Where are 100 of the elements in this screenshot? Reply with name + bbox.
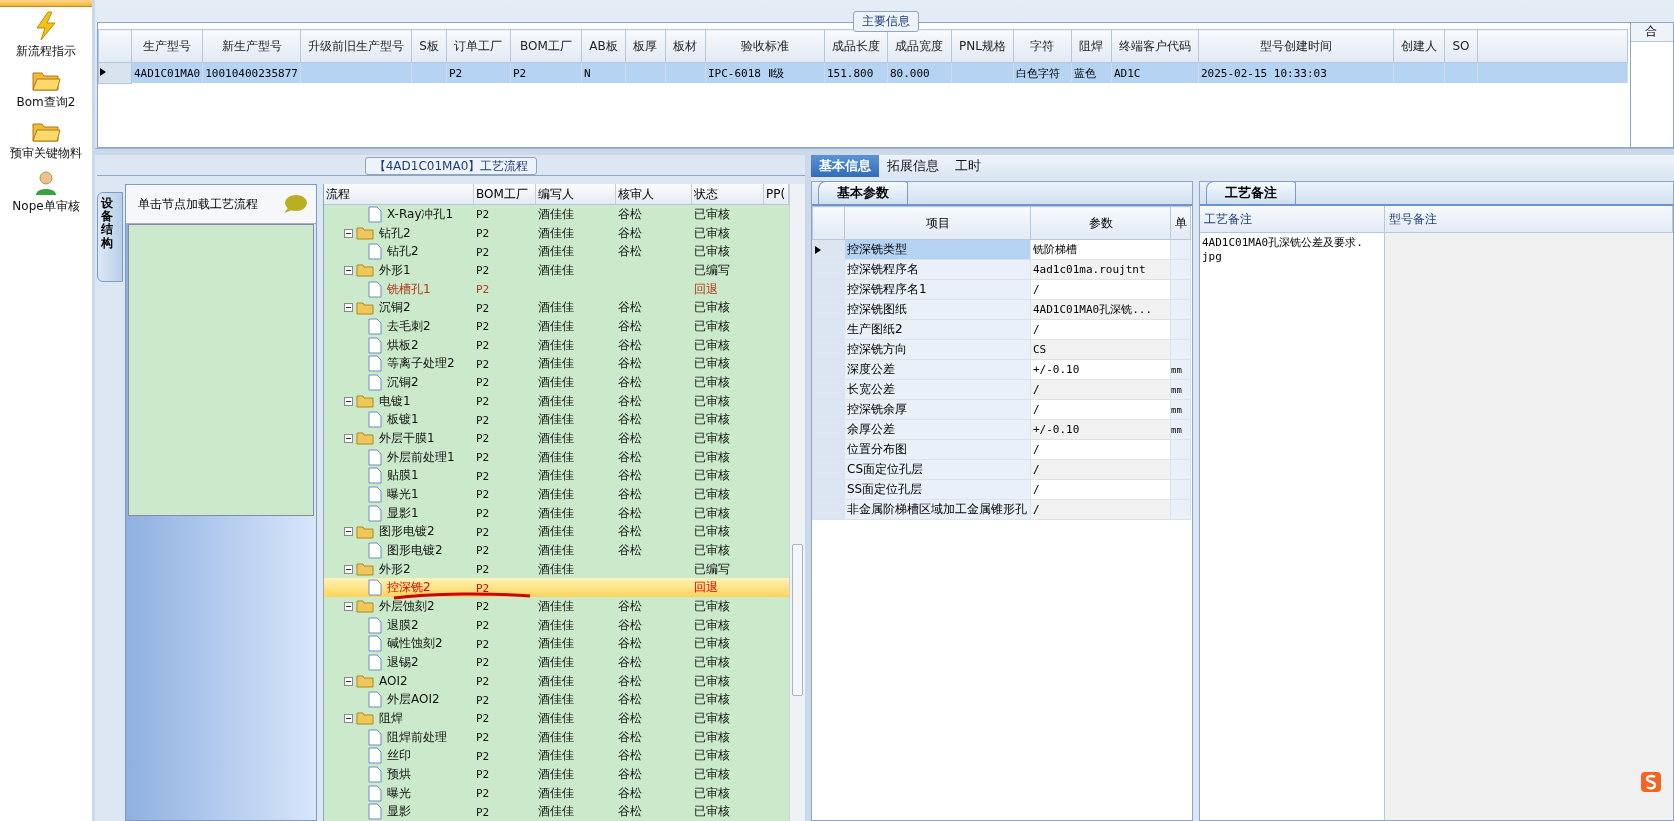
tab[interactable]: 工时	[947, 155, 989, 177]
side-tab[interactable]: 设备结构	[97, 192, 123, 282]
column-header[interactable]: 验收标准	[705, 29, 825, 63]
collapse-icon[interactable]	[344, 564, 353, 574]
table-row[interactable]: 控深铣方向 CS	[812, 339, 1191, 360]
table-cell-text: 已审核	[693, 356, 730, 371]
table-row[interactable]: 长宽公差 / mm	[812, 379, 1191, 400]
column-header[interactable]: 状态	[692, 184, 764, 204]
panel-tab[interactable]: 工艺备注	[1206, 181, 1296, 204]
tree-row[interactable]: 电镀1 P2 酒佳佳 谷松 已审核	[324, 391, 789, 411]
table-row[interactable]: CS面定位孔层 /	[812, 459, 1191, 480]
table-row[interactable]: 生产图纸2 /	[812, 319, 1191, 340]
table-row[interactable]: 控深铣程序名 4ad1c01ma.roujtnt	[812, 259, 1191, 280]
tree-row[interactable]: 曝光 P2 酒佳佳 谷松 已审核	[324, 783, 789, 803]
column-header[interactable]: SO	[1444, 29, 1478, 63]
tree-row[interactable]: 外层AOI2 P2 酒佳佳 谷松 已审核	[324, 690, 789, 710]
column-header[interactable]: 字符	[1013, 29, 1072, 63]
collapse-icon[interactable]	[344, 303, 353, 313]
tree-row[interactable]: 外形1 P2 酒佳佳 已编写	[324, 261, 789, 280]
input-method-icon[interactable]	[1640, 771, 1662, 793]
column-header[interactable]: BOM工厂	[510, 29, 582, 63]
tree-row[interactable]: 曝光1 P2 酒佳佳 谷松 已审核	[324, 485, 789, 504]
sidebar-item[interactable]: 预审关键物料	[0, 115, 92, 166]
column-header[interactable]: 成品宽度	[887, 29, 952, 63]
sidebar-item[interactable]: Bom查询2	[0, 64, 92, 115]
tree-row[interactable]: 贴膜1 P2 酒佳佳 谷松 已审核	[324, 466, 789, 486]
tree-row[interactable]: 沉铜2 P2 酒佳佳 谷松 已审核	[324, 298, 789, 318]
tree-row[interactable]: 显影1 P2 酒佳佳 谷松 已审核	[324, 503, 789, 523]
tree-row[interactable]: 铣槽孔1 P2 回退	[324, 279, 789, 299]
column-header[interactable]: 成品长度	[824, 29, 888, 63]
table-row[interactable]: 深度公差 +/-0.10 mm	[812, 359, 1191, 380]
table-row[interactable]: 控深铣图纸 4AD1C01MA0孔深铣...	[812, 299, 1191, 320]
tree-row[interactable]: 图形电镀2 P2 酒佳佳 谷松 已审核	[324, 541, 789, 560]
collapse-icon[interactable]	[344, 433, 353, 443]
column-header[interactable]: 项目	[844, 206, 1031, 240]
tree-row[interactable]: 退膜2 P2 酒佳佳 谷松 已审核	[324, 615, 789, 635]
column-header[interactable]: 编写人	[536, 184, 616, 204]
collapse-icon[interactable]	[344, 713, 353, 723]
table-row[interactable]: 4AD1C01MA0 10010400235877 P2 P2 N IPC-6018 Ⅱ级 151.800 80.000 白色字符 蓝色 AD1C 2025-02-15 10:33:03	[98, 62, 1628, 83]
tree-row[interactable]: AOI2 P2 酒佳佳 谷松 已审核	[324, 671, 789, 691]
tree-row[interactable]: 烘板2 P2 酒佳佳 谷松 已审核	[324, 335, 789, 355]
column-header[interactable]: 生产型号	[131, 29, 203, 63]
table-row[interactable]: 位置分布图 /	[812, 439, 1191, 460]
table-row[interactable]: 控深铣程序名1 /	[812, 279, 1191, 300]
panel-tab[interactable]: 基本参数	[818, 181, 908, 204]
table-cell: P2	[512, 66, 527, 80]
column-header[interactable]: 合	[1631, 23, 1673, 42]
tree-row[interactable]: 板镀1 P2 酒佳佳 谷松 已审核	[324, 410, 789, 430]
collapse-icon[interactable]	[344, 228, 353, 238]
column-header[interactable]: 创建人	[1393, 29, 1445, 63]
tree-row[interactable]: 阻焊 P2 酒佳佳 谷松 已审核	[324, 709, 789, 728]
tree-row[interactable]: 图形电镀2 P2 酒佳佳 谷松 已审核	[324, 522, 789, 542]
table-row[interactable]: 控深铣类型 铣阶梯槽	[812, 239, 1191, 260]
table-row[interactable]: 控深铣余厚 / mm	[812, 399, 1191, 420]
collapse-icon[interactable]	[344, 527, 353, 537]
tree-row[interactable]: 丝印 P2 酒佳佳 谷松 已审核	[324, 746, 789, 766]
collapse-icon[interactable]	[344, 676, 353, 686]
column-header[interactable]: BOM工厂	[474, 184, 536, 204]
scrollbar[interactable]	[789, 184, 805, 821]
tab[interactable]: 基本信息	[811, 155, 879, 177]
column-header[interactable]: 型号创建时间	[1198, 29, 1394, 63]
tree-row[interactable]: 外层前处理1 P2 酒佳佳 谷松 已审核	[324, 447, 789, 467]
column-header[interactable]: 新生产型号	[202, 29, 301, 63]
table-row[interactable]: 非金属阶梯槽区域加工金属锥形孔 /	[812, 499, 1191, 520]
column-header[interactable]: S板	[411, 29, 447, 63]
column-header[interactable]: 流程	[324, 184, 474, 204]
column-header[interactable]: 板厚	[625, 29, 666, 63]
sidebar-item[interactable]: 新流程指示	[0, 7, 92, 64]
tree-row[interactable]: 控深铣2 P2 回退	[324, 578, 789, 598]
column-header[interactable]: 升级前旧生产型号	[300, 29, 412, 63]
collapse-icon[interactable]	[344, 601, 353, 611]
tree-row[interactable]: 等离子处理2 P2 酒佳佳 谷松 已审核	[324, 354, 789, 374]
column-header[interactable]: 核审人	[616, 184, 692, 204]
column-header[interactable]: PNL规格	[951, 29, 1014, 63]
tree-row[interactable]: X-Ray冲孔1 P2 酒佳佳 谷松 已审核	[324, 205, 789, 224]
tree-row[interactable]: 阻焊前处理 P2 酒佳佳 谷松 已审核	[324, 727, 789, 747]
tree-row[interactable]: 去毛刺2 P2 酒佳佳 谷松 已审核	[324, 317, 789, 336]
column-header[interactable]: AB板	[581, 29, 626, 63]
column-header[interactable]: 参数	[1030, 206, 1171, 240]
tree-row[interactable]: 沉铜2 P2 酒佳佳 谷松 已审核	[324, 373, 789, 392]
column-header[interactable]: 终端客户代码	[1111, 29, 1199, 63]
tree-row[interactable]: 外形2 P2 酒佳佳 已编写	[324, 559, 789, 579]
tree-row[interactable]: 碱性蚀刻2 P2 酒佳佳 谷松 已审核	[324, 634, 789, 654]
tree-row[interactable]: 预烘 P2 酒佳佳 谷松 已审核	[324, 765, 789, 784]
sidebar-item[interactable]: Nope单审核	[0, 166, 92, 219]
tree-row[interactable]: 钻孔2 P2 酒佳佳 谷松 已审核	[324, 242, 789, 261]
column-header[interactable]: 板材	[665, 29, 706, 63]
collapse-icon[interactable]	[344, 396, 353, 406]
tree-row[interactable]: 退锡2 P2 酒佳佳 谷松 已审核	[324, 653, 789, 672]
tree-row[interactable]: 显影 P2 酒佳佳 谷松 已审核	[324, 802, 789, 821]
table-row[interactable]: SS面定位孔层 /	[812, 479, 1191, 500]
tree-row[interactable]: 钻孔2 P2 酒佳佳 谷松 已审核	[324, 223, 789, 243]
column-header[interactable]: 阻焊	[1071, 29, 1112, 63]
table-row[interactable]: 余厚公差 +/-0.10 mm	[812, 419, 1191, 440]
column-header[interactable]: 订单工厂	[446, 29, 511, 63]
tab[interactable]: 拓展信息	[879, 155, 947, 177]
column-header[interactable]: 单	[1170, 206, 1191, 240]
tree-row[interactable]: 外层蚀刻2 P2 酒佳佳 谷松 已审核	[324, 597, 789, 616]
tree-row[interactable]: 外层干膜1 P2 酒佳佳 谷松 已审核	[324, 429, 789, 448]
collapse-icon[interactable]	[344, 265, 353, 275]
